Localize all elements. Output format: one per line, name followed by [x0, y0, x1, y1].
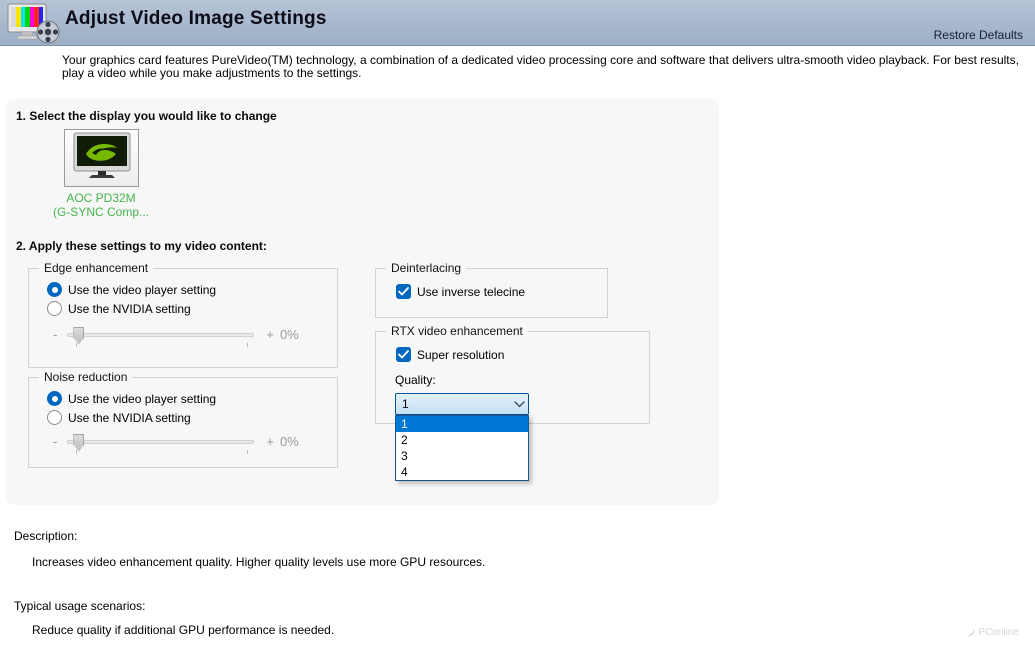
noise-reduction-title: Noise reduction	[39, 370, 132, 384]
quality-option[interactable]: 1	[396, 416, 528, 432]
edge-enhancement-title: Edge enhancement	[39, 261, 153, 275]
adjust-video-image-settings-page: Adjust Video Image Settings Restore Defa…	[0, 0, 1035, 648]
quality-option[interactable]: 4	[396, 464, 528, 480]
noise-radio-nvidia-label: Use the NVIDIA setting	[68, 411, 191, 425]
radio-selected-icon[interactable]	[47, 391, 62, 406]
watermark-text: PConline	[978, 627, 1019, 638]
noise-slider-plus: +	[266, 434, 274, 449]
edge-slider-value: 0%	[280, 327, 299, 342]
noise-slider-thumb[interactable]	[73, 434, 84, 452]
display-monitor-icon	[72, 132, 132, 185]
super-resolution-row[interactable]: Super resolution	[396, 347, 504, 362]
display-name-label: AOC PD32M (G-SYNC Comp...	[26, 191, 176, 219]
quality-selected-value: 1	[396, 397, 510, 411]
radio-unselected-icon[interactable]	[47, 410, 62, 425]
noise-slider-track[interactable]	[67, 440, 254, 444]
edge-slider-plus: +	[266, 327, 274, 342]
chevron-down-icon	[510, 401, 528, 408]
quality-combobox[interactable]: 1	[395, 393, 529, 415]
description-label: Description:	[14, 529, 77, 543]
inverse-telecine-row[interactable]: Use inverse telecine	[396, 284, 525, 299]
restore-defaults-button[interactable]: Restore Defaults	[934, 28, 1023, 42]
display-name-line1: AOC PD32M	[26, 191, 176, 205]
section1-title: 1. Select the display you would like to …	[16, 109, 277, 123]
noise-slider-minus: -	[53, 434, 57, 449]
noise-slider-value: 0%	[280, 434, 299, 449]
page-title: Adjust Video Image Settings	[65, 8, 327, 30]
edge-enhancement-group: Edge enhancement Use the video player se…	[28, 268, 338, 368]
usage-scenarios-label: Typical usage scenarios:	[14, 599, 145, 613]
slider-tick	[247, 343, 248, 347]
intro-text: Your graphics card features PureVideo(TM…	[62, 54, 1020, 80]
pconline-watermark: PConline	[966, 627, 1019, 638]
edge-radio-nvidia-label: Use the NVIDIA setting	[68, 302, 191, 316]
noise-slider[interactable]: - + 0%	[53, 434, 299, 449]
rtx-title: RTX video enhancement	[386, 324, 528, 338]
usage-scenarios-text: Reduce quality if additional GPU perform…	[32, 623, 334, 637]
video-settings-icon	[7, 3, 61, 45]
deinterlacing-group: Deinterlacing Use inverse telecine	[375, 268, 608, 318]
noise-radio-player-row[interactable]: Use the video player setting	[47, 391, 216, 406]
description-text: Increases video enhancement quality. Hig…	[32, 555, 485, 569]
checkbox-checked-icon[interactable]	[396, 347, 411, 362]
radio-selected-icon[interactable]	[47, 282, 62, 297]
edge-slider[interactable]: - + 0%	[53, 327, 299, 342]
noise-reduction-group: Noise reduction Use the video player set…	[28, 377, 338, 468]
edge-slider-minus: -	[53, 327, 57, 342]
edge-slider-track[interactable]	[67, 333, 254, 337]
slider-tick	[76, 450, 77, 454]
noise-radio-player-label: Use the video player setting	[68, 392, 216, 406]
checkbox-checked-icon[interactable]	[396, 284, 411, 299]
radio-unselected-icon[interactable]	[47, 301, 62, 316]
quality-option[interactable]: 3	[396, 448, 528, 464]
quality-label: Quality:	[395, 373, 436, 387]
deinterlacing-title: Deinterlacing	[386, 261, 466, 275]
edge-radio-nvidia-row[interactable]: Use the NVIDIA setting	[47, 301, 191, 316]
edge-radio-player-row[interactable]: Use the video player setting	[47, 282, 216, 297]
noise-radio-nvidia-row[interactable]: Use the NVIDIA setting	[47, 410, 191, 425]
super-resolution-label: Super resolution	[417, 348, 504, 362]
slider-tick	[76, 343, 77, 347]
display-selector-tile[interactable]	[64, 129, 139, 187]
page-header: Adjust Video Image Settings	[0, 0, 1035, 46]
quality-option[interactable]: 2	[396, 432, 528, 448]
slider-tick	[247, 450, 248, 454]
edge-radio-player-label: Use the video player setting	[68, 283, 216, 297]
inverse-telecine-label: Use inverse telecine	[417, 285, 525, 299]
quality-dropdown-list: 1 2 3 4	[395, 415, 529, 481]
watermark-swoosh-icon	[966, 628, 976, 638]
edge-slider-thumb[interactable]	[73, 327, 84, 345]
display-name-line2: (G-SYNC Comp...	[26, 205, 176, 219]
section2-title: 2. Apply these settings to my video cont…	[16, 239, 267, 253]
